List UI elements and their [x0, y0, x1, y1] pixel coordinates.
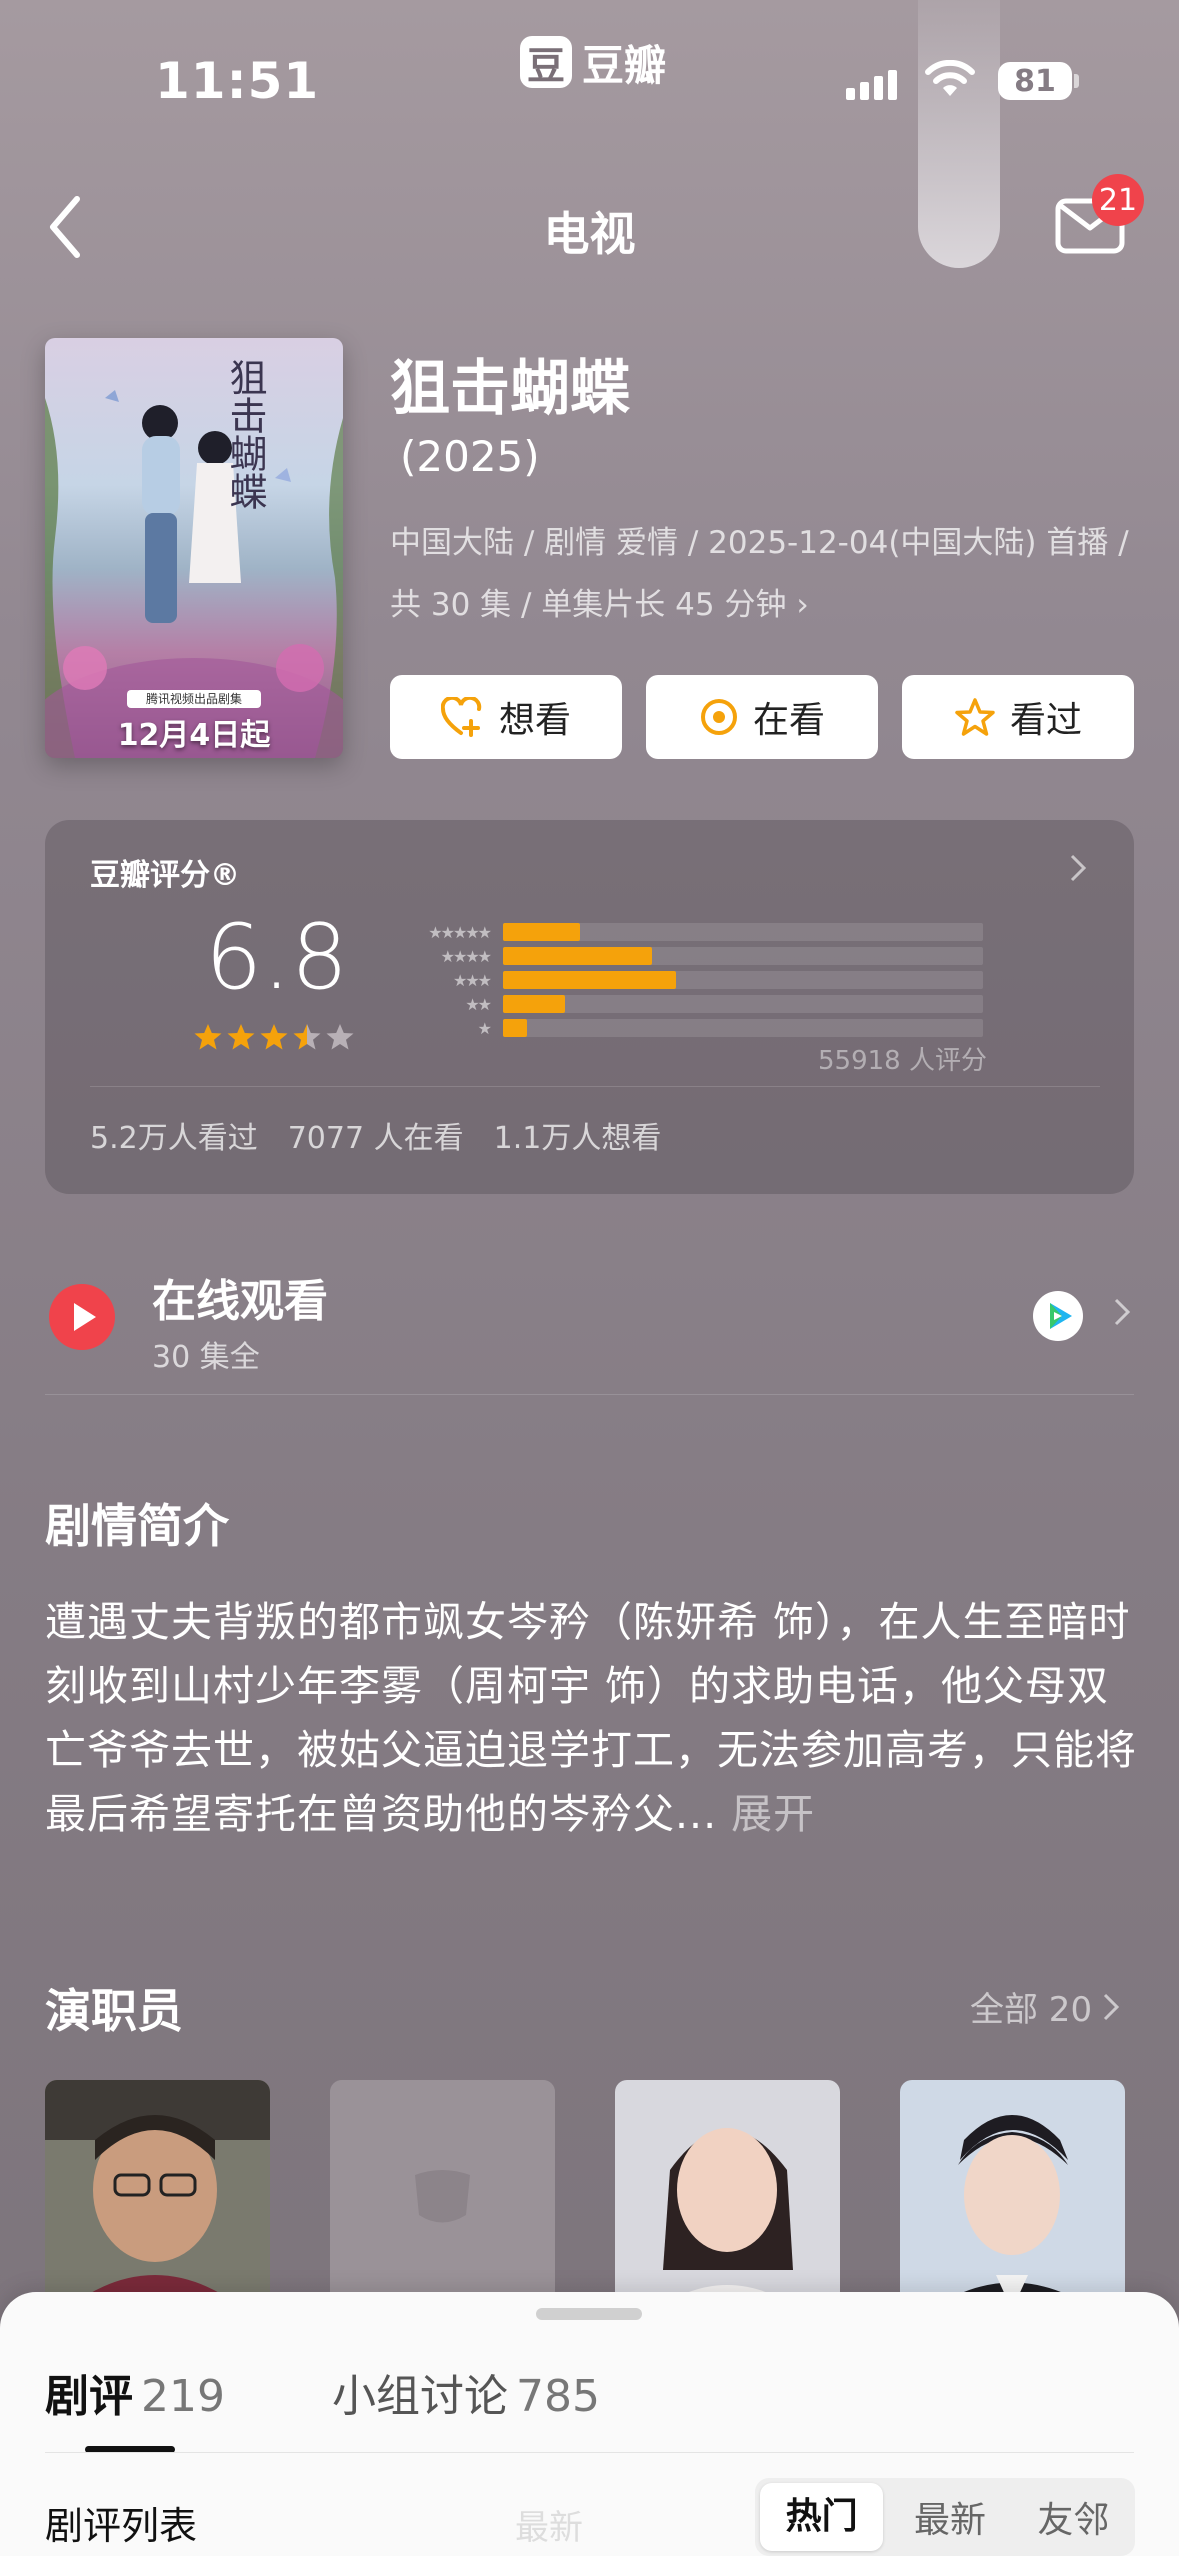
- tab-reviews-label: 剧评: [45, 2371, 133, 2422]
- cast-photo: [900, 2080, 1125, 2310]
- rating-bar-row: ★★★★: [380, 946, 983, 966]
- bar-track: [503, 923, 983, 941]
- bar-fill: [503, 1019, 527, 1037]
- synopsis-text[interactable]: 遭遇丈夫背叛的都市飒女岑矜（陈妍希 饰），在人生至暗时刻收到山村少年李雾（周柯宇…: [45, 1590, 1145, 1846]
- star-outline-icon: [955, 698, 995, 736]
- cast-card[interactable]: [45, 2080, 270, 2310]
- rating-bar-row: ★★: [380, 994, 983, 1014]
- watched-count: 5.2万人看过: [90, 1121, 258, 1156]
- battery-cap: [1074, 74, 1079, 88]
- chevron-right-icon: [1112, 1296, 1132, 1332]
- placeholder-mask-icon: [330, 2080, 555, 2310]
- bar-track: [503, 971, 983, 989]
- show-title: 狙击蝴蝶: [390, 354, 630, 424]
- watching-button[interactable]: 在看: [646, 675, 878, 759]
- douban-logo-icon: 豆: [520, 36, 572, 88]
- rating-bar-row: ★★★: [380, 970, 983, 990]
- bar-fill: [503, 995, 566, 1013]
- divider: [45, 2452, 1134, 2453]
- expand-link[interactable]: 展开: [731, 1790, 815, 1838]
- app-name: 豆瓣: [582, 40, 667, 90]
- chevron-right-icon: [1104, 1993, 1120, 2020]
- bar-fill: [503, 923, 580, 941]
- cast-card[interactable]: [330, 2080, 555, 2310]
- tab-reviews[interactable]: 剧评 219: [45, 2360, 225, 2424]
- divider: [45, 1394, 1134, 1395]
- star-icon: [293, 1024, 321, 1050]
- target-icon: [700, 699, 737, 735]
- bar-fill: [503, 971, 676, 989]
- want-count: 1.1万人想看: [493, 1121, 662, 1156]
- rating-bar-row: ★: [380, 1018, 983, 1038]
- tab-groups-label: 小组讨论: [332, 2371, 508, 2422]
- wifi-icon: [923, 59, 977, 104]
- divider: [90, 1086, 1100, 1087]
- want-label: 想看: [498, 700, 571, 741]
- bar-star-label: ★★★★: [440, 946, 492, 966]
- rating-count: 55918 人评分: [818, 1046, 987, 1076]
- cellular-signal-icon: [846, 70, 897, 100]
- show-year: (2025): [400, 432, 540, 481]
- online-watch-subtitle: 30 集全: [152, 1340, 260, 1375]
- poster-tag: 腾讯视频出品剧集: [127, 690, 261, 708]
- bar-track: [503, 1019, 983, 1037]
- synopsis-title: 剧情简介: [45, 1499, 229, 1553]
- synopsis-body: 遭遇丈夫背叛的都市飒女岑矜（陈妍希 饰），在人生至暗时刻收到山村少年李雾（周柯宇…: [45, 1598, 1137, 1838]
- poster-image[interactable]: 狙击蝴蝶 腾讯视频出品剧集 12月4日起: [45, 338, 343, 758]
- battery-indicator: 81: [998, 62, 1072, 100]
- sort-friends[interactable]: 友邻: [1012, 2491, 1135, 2543]
- sort-hot[interactable]: 热门: [760, 2483, 884, 2551]
- poster-date: 12月4日起: [117, 718, 271, 753]
- chevron-right-icon: [1068, 852, 1088, 888]
- show-meta[interactable]: 中国大陆 / 剧情 爱情 / 2025-12-04(中国大陆) 首播 / 共 3…: [390, 512, 1130, 636]
- faded-text: 最新: [515, 2508, 583, 2548]
- bar-fill: [503, 947, 652, 965]
- mail-badge: 21: [1092, 174, 1144, 226]
- cast-title: 演职员: [45, 1984, 183, 2038]
- rating-label: 豆瓣评分®: [90, 858, 240, 893]
- cast-all-link[interactable]: 全部 20: [970, 1982, 1120, 2031]
- rating-score: 6.8: [205, 905, 349, 1010]
- heart-plus-icon: [440, 697, 482, 737]
- star-icon: [326, 1024, 354, 1050]
- rating-stars: [193, 1022, 355, 1052]
- watching-label: 在看: [752, 700, 825, 741]
- cast-photo: [45, 2080, 270, 2310]
- star-icon: [194, 1024, 222, 1050]
- watched-button[interactable]: 看过: [902, 675, 1134, 759]
- bar-track: [503, 995, 983, 1013]
- star-icon: [227, 1024, 255, 1050]
- bar-star-label: ★: [477, 1018, 492, 1038]
- app-pill: 豆 豆瓣: [520, 34, 666, 90]
- watching-count: 7077 人在看: [287, 1121, 464, 1156]
- poster-title: 狙击蝴蝶: [223, 358, 267, 510]
- chevron-right-icon: ›: [786, 587, 809, 623]
- bar-track: [503, 947, 983, 965]
- online-watch-title[interactable]: 在线观看: [152, 1265, 328, 1329]
- tab-reviews-count: 219: [141, 2371, 225, 2422]
- bar-star-label: ★★: [465, 994, 492, 1014]
- page-title: 电视: [543, 207, 636, 261]
- show-meta-text: 中国大陆 / 剧情 爱情 / 2025-12-04(中国大陆) 首播 / 共 3…: [390, 525, 1129, 623]
- tencent-video-icon[interactable]: [1032, 1290, 1084, 1346]
- cast-card[interactable]: [900, 2080, 1125, 2310]
- rating-bar-row: ★★★★★: [380, 922, 983, 942]
- star-icon: [260, 1024, 288, 1050]
- tab-groups-count: 785: [516, 2371, 600, 2422]
- rating-stats: 5.2万人看过 7077 人在看 1.1万人想看: [90, 1113, 661, 1157]
- review-list-label: 剧评列表: [45, 2504, 198, 2548]
- want-button[interactable]: 想看: [390, 675, 622, 759]
- cast-photo: [615, 2080, 840, 2310]
- cast-card[interactable]: [615, 2080, 840, 2310]
- bar-star-label: ★★★: [452, 970, 492, 990]
- play-icon[interactable]: [48, 1283, 116, 1355]
- watched-label: 看过: [1009, 700, 1082, 741]
- bar-star-label: ★★★★★: [428, 922, 492, 942]
- sort-new[interactable]: 最新: [888, 2491, 1011, 2543]
- status-time: 11:51: [155, 52, 320, 110]
- sort-segmented-control[interactable]: 热门 最新 友邻: [755, 2478, 1135, 2556]
- sheet-grabber[interactable]: [536, 2308, 642, 2320]
- cast-all-label: 全部 20: [970, 1990, 1093, 2030]
- tab-groups[interactable]: 小组讨论 785: [332, 2360, 600, 2424]
